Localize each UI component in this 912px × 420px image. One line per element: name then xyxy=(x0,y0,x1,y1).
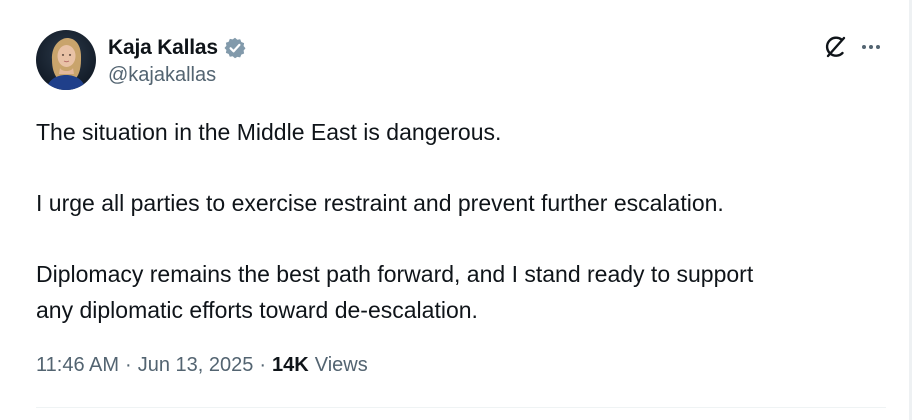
author-handle[interactable]: @kajakallas xyxy=(108,64,247,87)
avatar[interactable] xyxy=(36,30,96,90)
more-icon[interactable] xyxy=(856,30,886,64)
tweet-paragraph: The situation in the Middle East is dang… xyxy=(36,119,502,145)
views-label: Views xyxy=(314,354,368,376)
views-count[interactable]: 14K xyxy=(272,354,309,377)
tweet-paragraph: I urge all parties to exercise restraint… xyxy=(36,190,724,216)
display-name[interactable]: Kaja Kallas xyxy=(108,36,218,60)
tweet-paragraph: any diplomatic efforts toward de-escalat… xyxy=(36,297,478,323)
author-info: Kaja Kallas @kajakallas xyxy=(108,34,247,87)
tweet-meta: 11:46 AM · Jun 13, 2025 · 14K Views xyxy=(36,354,368,377)
verified-badge-icon[interactable] xyxy=(223,36,247,60)
name-row: Kaja Kallas xyxy=(108,34,247,62)
tweet-date[interactable]: Jun 13, 2025 xyxy=(138,354,254,377)
top-actions xyxy=(818,30,886,64)
grok-icon[interactable] xyxy=(818,30,852,64)
tweet-paragraph: Diplomacy remains the best path forward,… xyxy=(36,261,754,287)
meta-separator: · xyxy=(125,354,132,376)
meta-separator: · xyxy=(259,354,267,376)
tweet-card: Kaja Kallas @kajakallas The situation in… xyxy=(0,0,912,420)
tweet-text: The situation in the Middle East is dang… xyxy=(36,114,886,328)
tweet-header: Kaja Kallas @kajakallas xyxy=(36,30,247,90)
divider xyxy=(36,407,886,408)
avatar-image xyxy=(36,30,96,90)
tweet-time[interactable]: 11:46 AM xyxy=(36,354,119,377)
